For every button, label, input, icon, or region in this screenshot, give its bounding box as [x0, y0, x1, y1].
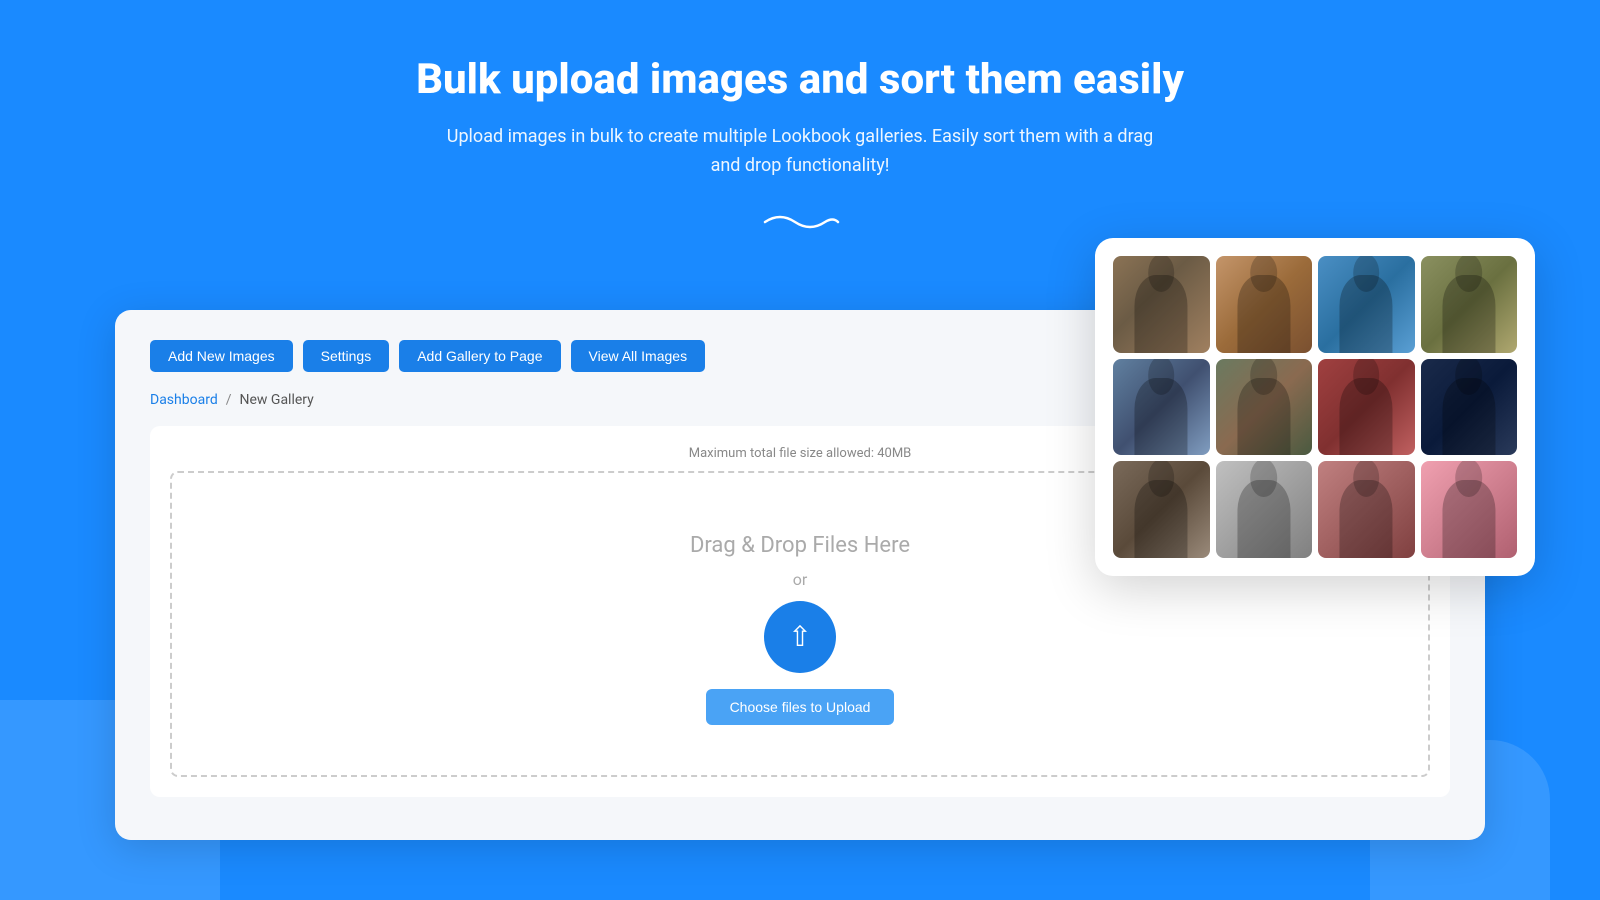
- settings-button[interactable]: Settings: [303, 340, 390, 372]
- header-section: Bulk upload images and sort them easily …: [0, 0, 1600, 235]
- gallery-thumb: [1318, 359, 1415, 456]
- gallery-thumb: [1216, 461, 1313, 558]
- breadcrumb-separator: /: [226, 392, 232, 408]
- gallery-thumb: [1216, 359, 1313, 456]
- gallery-thumb: [1421, 256, 1518, 353]
- breadcrumb-current-page: New Gallery: [240, 392, 314, 408]
- page-subtitle: Upload images in bulk to create multiple…: [440, 123, 1160, 181]
- add-new-images-button[interactable]: Add New Images: [150, 340, 293, 372]
- choose-files-button[interactable]: Choose files to Upload: [706, 689, 895, 725]
- upload-arrow-icon: ⇧: [788, 623, 811, 651]
- gallery-preview-card: [1095, 238, 1535, 576]
- gallery-thumb: [1421, 461, 1518, 558]
- gallery-thumb: [1113, 359, 1210, 456]
- gallery-grid: [1113, 256, 1517, 558]
- gallery-thumb: [1318, 256, 1415, 353]
- drag-drop-text: Drag & Drop Files Here: [690, 533, 910, 558]
- gallery-thumb: [1216, 256, 1313, 353]
- page-title: Bulk upload images and sort them easily: [0, 55, 1600, 105]
- squiggle-decoration: [0, 203, 1600, 235]
- or-text: or: [793, 570, 808, 589]
- gallery-thumb: [1421, 359, 1518, 456]
- upload-icon: ⇧: [764, 601, 836, 673]
- breadcrumb-dashboard-link[interactable]: Dashboard: [150, 392, 218, 408]
- gallery-thumb: [1113, 461, 1210, 558]
- gallery-thumb: [1318, 461, 1415, 558]
- view-all-images-button[interactable]: View All Images: [571, 340, 706, 372]
- gallery-thumb: [1113, 256, 1210, 353]
- add-gallery-to-page-button[interactable]: Add Gallery to Page: [399, 340, 560, 372]
